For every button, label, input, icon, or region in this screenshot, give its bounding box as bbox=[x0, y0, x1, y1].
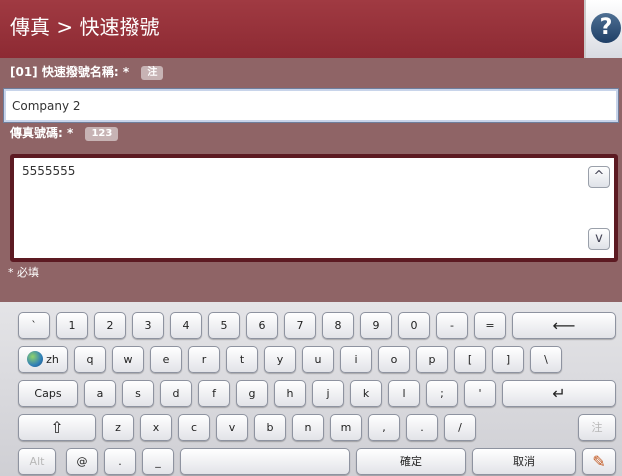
key-s[interactable]: s bbox=[122, 380, 154, 407]
key-b[interactable]: b bbox=[254, 414, 286, 441]
backspace-key[interactable]: ⟵ bbox=[512, 312, 616, 339]
title-bar: 傳真 > 快速撥號 ? bbox=[0, 0, 622, 58]
key-x[interactable]: x bbox=[140, 414, 172, 441]
globe-icon bbox=[27, 351, 44, 367]
speed-dial-name-input[interactable]: Company 2 bbox=[3, 88, 619, 123]
required-star: * bbox=[67, 126, 74, 140]
alt-key[interactable]: Alt bbox=[18, 448, 56, 475]
caps-lock-key[interactable]: Caps bbox=[18, 380, 78, 407]
key-r[interactable]: r bbox=[188, 346, 220, 373]
space-key[interactable] bbox=[180, 448, 350, 475]
key-comma[interactable]: , bbox=[368, 414, 400, 441]
help-button[interactable]: ? bbox=[584, 0, 622, 58]
key-v[interactable]: v bbox=[216, 414, 248, 441]
key-6[interactable]: 6 bbox=[246, 312, 278, 339]
language-key[interactable]: zh bbox=[18, 346, 68, 373]
key-f[interactable]: f bbox=[198, 380, 230, 407]
fax-number-label: 傳真號碼: * 123 bbox=[10, 125, 119, 141]
key-9[interactable]: 9 bbox=[360, 312, 392, 339]
key-equals[interactable]: = bbox=[474, 312, 506, 339]
key-a[interactable]: a bbox=[84, 380, 116, 407]
key-y[interactable]: y bbox=[264, 346, 296, 373]
key-q[interactable]: q bbox=[74, 346, 106, 373]
key-dot[interactable]: . bbox=[104, 448, 136, 475]
key-4[interactable]: 4 bbox=[170, 312, 202, 339]
key-i[interactable]: i bbox=[340, 346, 372, 373]
key-0[interactable]: 0 bbox=[398, 312, 430, 339]
key-8[interactable]: 8 bbox=[322, 312, 354, 339]
key-n[interactable]: n bbox=[292, 414, 324, 441]
key-right-bracket[interactable]: ] bbox=[492, 346, 524, 373]
key-l[interactable]: l bbox=[388, 380, 420, 407]
name-field-label: [01] 快速撥號名稱: * 注 bbox=[10, 64, 164, 80]
key-apostrophe[interactable]: ' bbox=[464, 380, 496, 407]
key-2[interactable]: 2 bbox=[94, 312, 126, 339]
key-period[interactable]: . bbox=[406, 414, 438, 441]
key-g[interactable]: g bbox=[236, 380, 268, 407]
key-7[interactable]: 7 bbox=[284, 312, 316, 339]
fax-label-row: 傳真號碼: * 123 bbox=[0, 125, 622, 147]
scroll-up-button[interactable]: ^ bbox=[588, 166, 610, 188]
key-5[interactable]: 5 bbox=[208, 312, 240, 339]
required-star: * bbox=[122, 65, 130, 79]
key-3[interactable]: 3 bbox=[132, 312, 164, 339]
key-t[interactable]: t bbox=[226, 346, 258, 373]
shift-key[interactable]: ⇧ bbox=[18, 414, 96, 441]
on-screen-keyboard: ` 1 2 3 4 5 6 7 8 9 0 - = ⟵ zh q w e r t… bbox=[0, 302, 622, 476]
language-key-label: zh bbox=[46, 353, 59, 366]
fax-number-value: 5555555 bbox=[22, 164, 76, 178]
key-left-bracket[interactable]: [ bbox=[454, 346, 486, 373]
key-h[interactable]: h bbox=[274, 380, 306, 407]
key-d[interactable]: d bbox=[160, 380, 192, 407]
key-slash[interactable]: / bbox=[444, 414, 476, 441]
required-note: * 必填 bbox=[8, 266, 39, 279]
input-mode-key[interactable]: 注 bbox=[578, 414, 616, 441]
numeric-mode-hint: 123 bbox=[85, 127, 119, 141]
key-underscore[interactable]: _ bbox=[142, 448, 174, 475]
help-icon: ? bbox=[591, 13, 621, 43]
key-o[interactable]: o bbox=[378, 346, 410, 373]
fax-number-input[interactable]: 5555555 ^ v bbox=[10, 154, 618, 262]
key-u[interactable]: u bbox=[302, 346, 334, 373]
scroll-down-button[interactable]: v bbox=[588, 228, 610, 250]
enter-key[interactable]: ↵ bbox=[502, 380, 616, 407]
name-label-text: [01] 快速撥號名稱: bbox=[10, 65, 119, 79]
key-e[interactable]: e bbox=[150, 346, 182, 373]
key-c[interactable]: c bbox=[178, 414, 210, 441]
page-title: 傳真 > 快速撥號 bbox=[10, 15, 160, 39]
key-backslash[interactable]: \ bbox=[530, 346, 562, 373]
chevron-down-icon: v bbox=[595, 231, 603, 246]
key-backtick[interactable]: ` bbox=[18, 312, 50, 339]
chevron-up-icon: ^ bbox=[593, 169, 605, 184]
key-k[interactable]: k bbox=[350, 380, 382, 407]
key-z[interactable]: z bbox=[102, 414, 134, 441]
key-minus[interactable]: - bbox=[436, 312, 468, 339]
key-1[interactable]: 1 bbox=[56, 312, 88, 339]
key-at[interactable]: @ bbox=[66, 448, 98, 475]
ok-button[interactable]: 確定 bbox=[356, 448, 466, 475]
key-semicolon[interactable]: ; bbox=[426, 380, 458, 407]
input-mode-hint: 注 bbox=[141, 66, 164, 80]
name-label-row: [01] 快速撥號名稱: * 注 bbox=[0, 61, 622, 83]
key-j[interactable]: j bbox=[312, 380, 344, 407]
key-w[interactable]: w bbox=[112, 346, 144, 373]
key-m[interactable]: m bbox=[330, 414, 362, 441]
pencil-icon[interactable]: ✎ bbox=[582, 448, 616, 475]
cancel-button[interactable]: 取消 bbox=[472, 448, 576, 475]
key-p[interactable]: p bbox=[416, 346, 448, 373]
fax-label-text: 傳真號碼: bbox=[10, 126, 63, 140]
